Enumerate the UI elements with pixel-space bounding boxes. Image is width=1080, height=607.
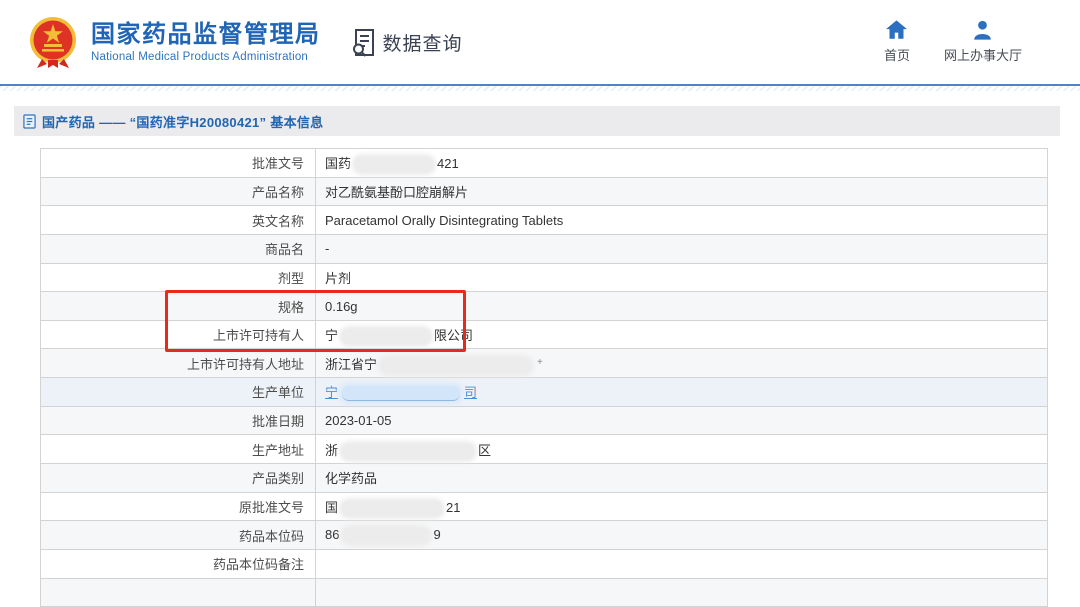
site-header: 国家药品监督管理局 National Medical Products Admi… bbox=[0, 0, 1080, 86]
table-row: 批准日期 2023-01-05 bbox=[41, 406, 1048, 435]
value-text: 司 bbox=[464, 385, 477, 400]
org-name-en: National Medical Products Administration bbox=[91, 51, 321, 63]
row-label: 商品名 bbox=[41, 234, 316, 263]
table-row: 药品本位码 86 9 bbox=[41, 521, 1048, 550]
user-icon bbox=[972, 20, 993, 40]
table-row-partial bbox=[41, 578, 1048, 607]
nav-item-home[interactable]: 首页 bbox=[884, 20, 910, 64]
row-value: 国 21 bbox=[316, 492, 1048, 521]
table-row: 上市许可持有人地址浙江省宁 + bbox=[41, 349, 1048, 378]
value-text: 限公司 bbox=[434, 328, 473, 343]
value-text: 浙 bbox=[325, 443, 338, 458]
row-label: 批准文号 bbox=[41, 149, 316, 178]
row-label: 产品类别 bbox=[41, 464, 316, 493]
value-text: 浙江省宁 bbox=[325, 357, 377, 372]
row-value: Paracetamol Orally Disintegrating Tablet… bbox=[316, 206, 1048, 235]
panel-header: 国产药品 —— “国药准字H20080421” 基本信息 bbox=[14, 106, 1060, 136]
redacted-blur bbox=[342, 444, 474, 459]
row-value: 0.16g bbox=[316, 292, 1048, 321]
redacted-blur bbox=[342, 501, 442, 516]
value-text: 化学药品 bbox=[325, 471, 377, 486]
top-nav: 首页 网上办事大厅 bbox=[884, 20, 1022, 64]
redacted-blur bbox=[343, 528, 429, 543]
row-value: 片剂 bbox=[316, 263, 1048, 292]
row-label: 英文名称 bbox=[41, 206, 316, 235]
row-value: 2023-01-05 bbox=[316, 406, 1048, 435]
table-row: 产品名称对乙酰氨基酚口腔崩解片 bbox=[41, 177, 1048, 206]
row-value bbox=[316, 549, 1048, 578]
table-row: 剂型片剂 bbox=[41, 263, 1048, 292]
nav-item-service-hall[interactable]: 网上办事大厅 bbox=[944, 20, 1022, 64]
value-text: 0.16g bbox=[325, 299, 358, 314]
table-row: 产品类别化学药品 bbox=[41, 464, 1048, 493]
drug-info-panel: 国产药品 —— “国药准字H20080421” 基本信息 批准文号国药 421 产品… bbox=[14, 106, 1060, 607]
value-text: 国 bbox=[325, 500, 338, 515]
value-text: 宁 bbox=[325, 385, 338, 400]
value-text: 对乙酰氨基酚口腔崩解片 bbox=[325, 185, 468, 200]
data-query-module: 数据查询 bbox=[351, 28, 463, 57]
redaction-artifact-mark: + bbox=[537, 357, 543, 368]
table-row: 上市许可持有人宁 限公司 bbox=[41, 320, 1048, 349]
table-row: 药品本位码备注 bbox=[41, 549, 1048, 578]
nav-label-service-hall: 网上办事大厅 bbox=[944, 45, 1022, 64]
drug-info-table: 批准文号国药 421 产品名称对乙酰氨基酚口腔崩解片英文名称 Paracetamol … bbox=[40, 148, 1048, 607]
table-row: 英文名称 Paracetamol Orally Disintegrating Ta… bbox=[41, 206, 1048, 235]
row-label: 批准日期 bbox=[41, 406, 316, 435]
value-text: Paracetamol Orally Disintegrating Tablet… bbox=[325, 213, 563, 228]
value-text: 宁 bbox=[325, 328, 338, 343]
row-label: 上市许可持有人地址 bbox=[41, 349, 316, 378]
table-row: 批准文号国药 421 bbox=[41, 149, 1048, 178]
value-text: 21 bbox=[446, 500, 460, 515]
row-value: 化学药品 bbox=[316, 464, 1048, 493]
redacted-blur bbox=[342, 386, 460, 401]
panel-body: 批准文号国药 421 产品名称对乙酰氨基酚口腔崩解片英文名称 Paracetamol … bbox=[14, 136, 1060, 607]
row-label: 原批准文号 bbox=[41, 492, 316, 521]
redacted-blur bbox=[342, 329, 430, 344]
redacted-blur bbox=[381, 358, 531, 373]
nmpa-emblem-logo bbox=[28, 15, 78, 69]
row-label: 产品名称 bbox=[41, 177, 316, 206]
row-label: 生产单位 bbox=[41, 378, 316, 407]
row-value: 浙江省宁 + bbox=[316, 349, 1048, 378]
row-value bbox=[316, 578, 1048, 607]
value-text: 片剂 bbox=[325, 271, 351, 286]
row-value: - bbox=[316, 234, 1048, 263]
row-label: 药品本位码 bbox=[41, 521, 316, 550]
value-text: 区 bbox=[478, 443, 491, 458]
row-value: 浙区 bbox=[316, 435, 1048, 464]
header-divider-texture bbox=[0, 86, 1080, 91]
org-name-cn: 国家药品监督管理局 bbox=[91, 21, 321, 49]
row-value: 86 9 bbox=[316, 521, 1048, 550]
value-text: 421 bbox=[437, 156, 459, 171]
value-text: 2023-01-05 bbox=[325, 413, 392, 428]
production-unit-link[interactable]: 宁司 bbox=[325, 385, 477, 400]
redacted-blur bbox=[355, 157, 433, 172]
value-text: 86 bbox=[325, 527, 339, 542]
row-label: 药品本位码备注 bbox=[41, 549, 316, 578]
row-value: 宁司 bbox=[316, 378, 1048, 407]
data-query-icon bbox=[351, 28, 378, 57]
org-name-block: 国家药品监督管理局 National Medical Products Admi… bbox=[91, 21, 321, 64]
row-value: 宁 限公司 bbox=[316, 320, 1048, 349]
table-row: 生产地址浙区 bbox=[41, 435, 1048, 464]
row-label: 生产地址 bbox=[41, 435, 316, 464]
panel-title: 国产药品 —— “国药准字H20080421” 基本信息 bbox=[42, 112, 323, 131]
row-label: 上市许可持有人 bbox=[41, 320, 316, 349]
nav-label-home: 首页 bbox=[884, 45, 910, 64]
module-title: 数据查询 bbox=[383, 29, 463, 56]
row-label: 规格 bbox=[41, 292, 316, 321]
row-value: 国药 421 bbox=[316, 149, 1048, 178]
value-text: - bbox=[325, 241, 329, 256]
table-row: 生产单位宁司 bbox=[41, 378, 1048, 407]
value-text: 9 bbox=[433, 527, 440, 542]
row-label bbox=[41, 578, 316, 607]
document-icon bbox=[23, 114, 36, 129]
row-label: 剂型 bbox=[41, 263, 316, 292]
home-icon bbox=[886, 20, 907, 40]
table-row: 规格 0.16g bbox=[41, 292, 1048, 321]
table-row: 商品名- bbox=[41, 234, 1048, 263]
table-row: 原批准文号国 21 bbox=[41, 492, 1048, 521]
row-value: 对乙酰氨基酚口腔崩解片 bbox=[316, 177, 1048, 206]
value-text: 国药 bbox=[325, 156, 351, 171]
